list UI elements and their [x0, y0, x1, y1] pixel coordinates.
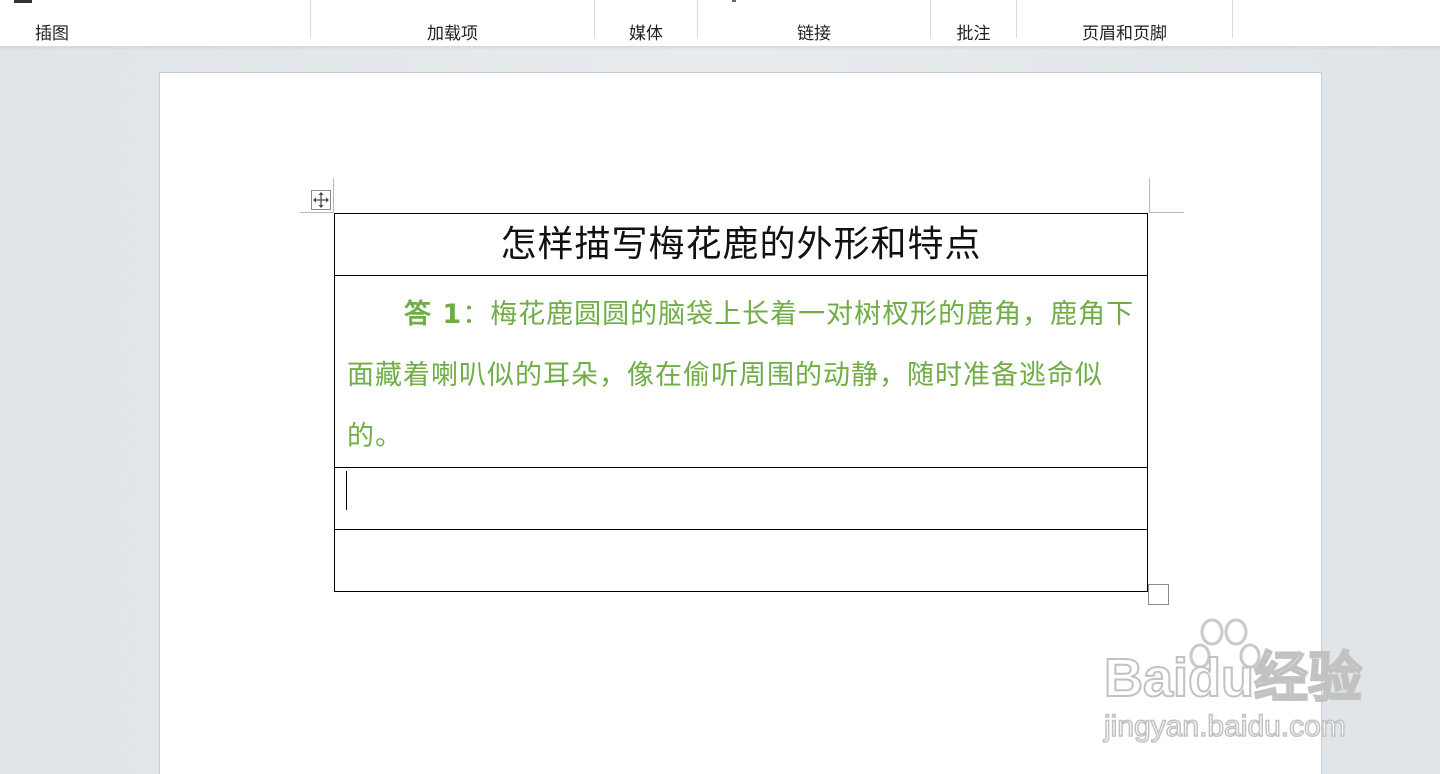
answer-colon: ： — [462, 299, 491, 330]
table-row — [334, 467, 1148, 530]
table-cell-empty[interactable] — [334, 529, 1148, 592]
ribbon-group-media[interactable]: 媒体 — [595, 0, 697, 46]
ribbon-group-labels-bar: 插图 加载项 媒体 链接 批注 页眉和页脚 — [0, 0, 1440, 47]
document-table[interactable]: 怎样描写梅花鹿的外形和特点 答 1：梅花鹿圆圆的脑袋上长着一对树杈形的鹿角，鹿角… — [334, 213, 1148, 592]
ribbon-group-label: 插图 — [35, 24, 69, 44]
ribbon-group-header-footer[interactable]: 页眉和页脚 — [1017, 0, 1232, 46]
ribbon-group-label: 页眉和页脚 — [1082, 24, 1167, 44]
ribbon-group-illustrations[interactable]: 插图 — [0, 0, 104, 46]
ribbon-group-links[interactable]: 链接 — [698, 0, 930, 46]
ribbon-separator — [1232, 0, 1233, 38]
table-title: 怎样描写梅花鹿的外形和特点 — [500, 224, 982, 265]
table-move-handle[interactable] — [311, 190, 331, 210]
margin-corner-mark — [1149, 178, 1150, 212]
margin-corner-mark — [333, 178, 334, 212]
table-cell-empty[interactable] — [334, 467, 1148, 530]
table-row: 怎样描写梅花鹿的外形和特点 — [334, 213, 1148, 276]
move-arrows-icon — [313, 192, 329, 208]
ribbon-group-label: 加载项 — [427, 24, 478, 44]
ribbon-group-addins[interactable]: 加载项 — [311, 0, 594, 46]
ribbon-group-label: 链接 — [797, 24, 831, 44]
table-cell-title[interactable]: 怎样描写梅花鹿的外形和特点 — [334, 213, 1148, 276]
margin-corner-mark — [1149, 212, 1184, 213]
table-cell-answer[interactable]: 答 1：梅花鹿圆圆的脑袋上长着一对树杈形的鹿角，鹿角下面藏着喇叭似的耳朵，像在偷… — [334, 275, 1148, 468]
table-resize-handle[interactable] — [1148, 584, 1169, 605]
answer-label: 答 1 — [404, 299, 463, 330]
margin-corner-mark — [300, 212, 334, 213]
ribbon-group-label: 媒体 — [629, 24, 663, 44]
table-row — [334, 529, 1148, 592]
answer-paragraph: 答 1：梅花鹿圆圆的脑袋上长着一对树杈形的鹿角，鹿角下面藏着喇叭似的耳朵，像在偷… — [335, 276, 1147, 467]
table-row: 答 1：梅花鹿圆圆的脑袋上长着一对树杈形的鹿角，鹿角下面藏着喇叭似的耳朵，像在偷… — [334, 275, 1148, 468]
ribbon-group-label: 批注 — [956, 24, 991, 44]
text-cursor — [346, 471, 347, 510]
ribbon-group-comments[interactable]: 批注 — [931, 0, 1016, 46]
